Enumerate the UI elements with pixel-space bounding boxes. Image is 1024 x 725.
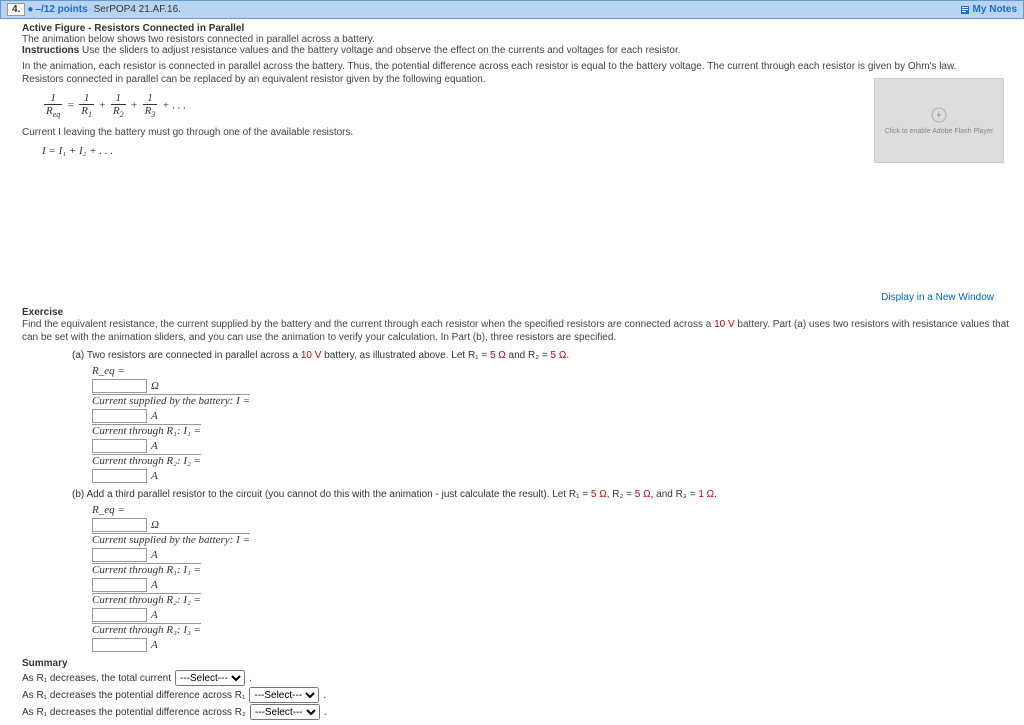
input-a-i2[interactable] — [92, 469, 147, 483]
equation-current: I = I₁ + I₂ + . . . — [42, 145, 1014, 157]
instructions-line: Instructions Use the sliders to adjust r… — [22, 45, 1014, 56]
note-icon — [960, 5, 970, 15]
select-summary-2[interactable]: ---Select--- — [249, 687, 319, 703]
question-number: 4. — [7, 3, 25, 16]
my-notes-button[interactable]: My Notes — [960, 4, 1017, 15]
equation-parallel: 1Req = 1R1 + 1R2 + 1R3 + . . . — [42, 92, 1014, 120]
input-b-i2[interactable] — [92, 608, 147, 622]
summary-section: Summary As R₁ decreases, the total curre… — [22, 658, 1014, 720]
input-a-req[interactable] — [92, 379, 147, 393]
exercise-intro: Find the equivalent resistance, the curr… — [22, 318, 1014, 344]
my-notes-label: My Notes — [973, 4, 1017, 15]
paragraph-2: Resistors connected in parallel can be r… — [22, 73, 1014, 86]
display-new-window-link[interactable]: Display in a New Window — [22, 292, 994, 303]
input-b-i3[interactable] — [92, 638, 147, 652]
flash-placeholder[interactable]: Click to enable Adobe Flash Player — [874, 78, 1004, 163]
figure-title: Active Figure - Resistors Connected in P… — [22, 23, 1014, 34]
select-summary-1[interactable]: ---Select--- — [175, 670, 245, 686]
input-a-i[interactable] — [92, 409, 147, 423]
flash-icon — [931, 107, 947, 123]
part-a: (a) Two resistors are connected in paral… — [72, 350, 1014, 483]
instructions-label: Instructions — [22, 45, 79, 56]
input-b-i1[interactable] — [92, 578, 147, 592]
summary-line-1: As R₁ decreases, the total current — [22, 673, 171, 684]
figure-description: The animation below shows two resistors … — [22, 34, 1014, 45]
question-header: 4. ● –/12 points SerPOP4 21.AF.16. My No… — [0, 0, 1024, 19]
summary-line-3: As R₁ decreases the potential difference… — [22, 707, 246, 718]
exercise-label: Exercise — [22, 307, 1014, 318]
input-a-i1[interactable] — [92, 439, 147, 453]
input-b-req[interactable] — [92, 518, 147, 532]
summary-label: Summary — [22, 658, 1014, 669]
part-b: (b) Add a third parallel resistor to the… — [72, 489, 1014, 652]
points-label: –/12 points — [35, 4, 87, 15]
instructions-text: Use the sliders to adjust resistance val… — [82, 45, 681, 56]
points-icon: ● — [27, 4, 33, 15]
paragraph-3: Current I leaving the battery must go th… — [22, 126, 1014, 139]
select-summary-3[interactable]: ---Select--- — [250, 704, 320, 720]
paragraph-1: In the animation, each resistor is conne… — [22, 60, 1014, 73]
flash-text: Click to enable Adobe Flash Player — [885, 128, 994, 135]
summary-line-2: As R₁ decreases the potential difference… — [22, 690, 245, 701]
book-reference: SerPOP4 21.AF.16. — [94, 4, 181, 15]
input-b-i[interactable] — [92, 548, 147, 562]
